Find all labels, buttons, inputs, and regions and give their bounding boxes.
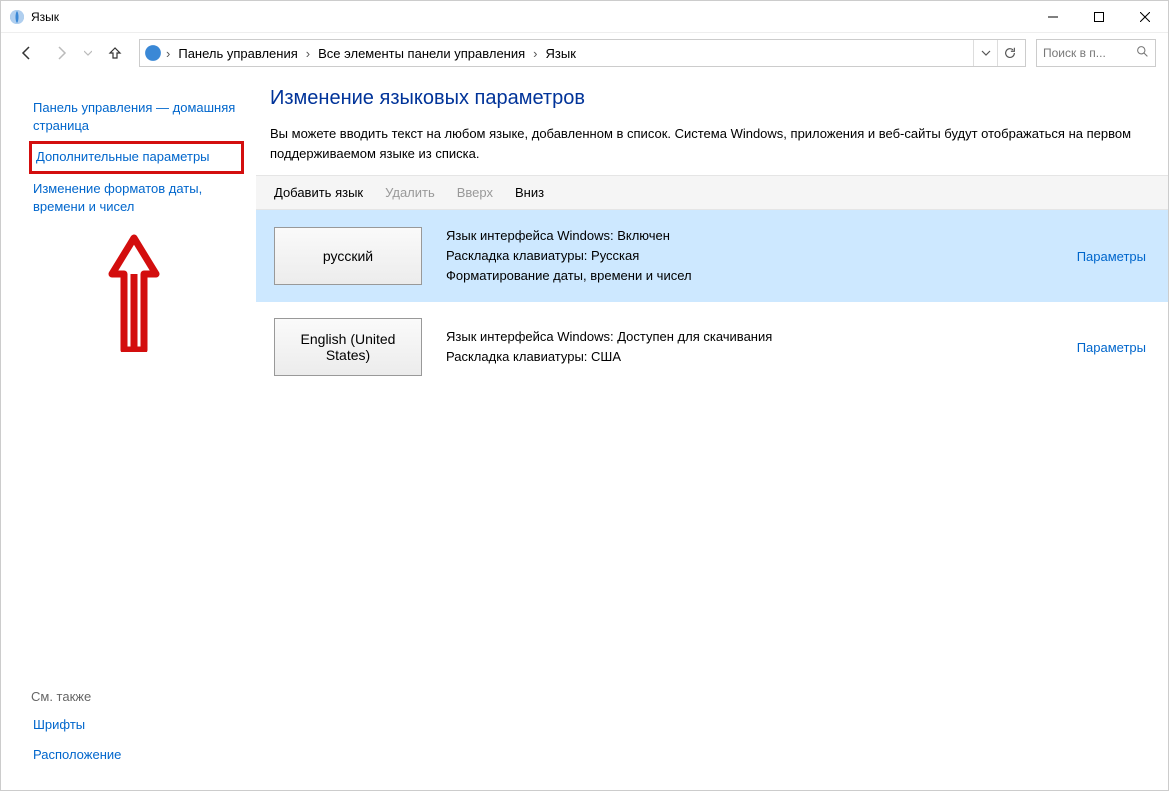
- language-options-link[interactable]: Параметры: [1077, 340, 1146, 355]
- up-button[interactable]: [101, 39, 129, 67]
- search-placeholder: Поиск в п...: [1043, 46, 1136, 60]
- remove-language-button[interactable]: Удалить: [385, 185, 435, 200]
- language-detail-line: Раскладка клавиатуры: Русская: [446, 246, 1077, 266]
- chevron-right-icon: ›: [531, 46, 539, 61]
- search-icon: [1136, 45, 1149, 61]
- window-title: Язык: [31, 10, 59, 24]
- sidebar: Панель управления — домашняя страница До…: [1, 73, 256, 790]
- move-down-button[interactable]: Вниз: [515, 185, 544, 200]
- breadcrumb-icon: [144, 44, 162, 62]
- language-detail-line: Раскладка клавиатуры: США: [446, 347, 1077, 367]
- page-title: Изменение языковых параметров: [270, 87, 1148, 110]
- refresh-button[interactable]: [997, 40, 1021, 66]
- language-row[interactable]: русский Язык интерфейса Windows: Включен…: [256, 210, 1168, 302]
- breadcrumb-dropdown[interactable]: [973, 40, 997, 66]
- sidebar-link-home[interactable]: Панель управления — домашняя страница: [29, 93, 244, 141]
- breadcrumb-item[interactable]: Все элементы панели управления: [312, 44, 531, 63]
- back-button[interactable]: [13, 39, 41, 67]
- language-list: русский Язык интерфейса Windows: Включен…: [256, 210, 1168, 392]
- sidebar-link-fonts[interactable]: Шрифты: [29, 710, 125, 740]
- main-panel: Изменение языковых параметров Вы можете …: [256, 73, 1168, 790]
- minimize-button[interactable]: [1030, 1, 1076, 32]
- language-details: Язык интерфейса Windows: Включен Расклад…: [422, 226, 1077, 286]
- chevron-right-icon: ›: [164, 46, 172, 61]
- address-bar: › Панель управления › Все элементы панел…: [1, 33, 1168, 73]
- language-detail-line: Язык интерфейса Windows: Доступен для ск…: [446, 327, 1077, 347]
- sidebar-link-location[interactable]: Расположение: [29, 740, 125, 770]
- recent-locations-dropdown[interactable]: [81, 39, 95, 67]
- language-details: Язык интерфейса Windows: Доступен для ск…: [422, 327, 1077, 367]
- breadcrumb-item[interactable]: Язык: [540, 44, 582, 63]
- search-input[interactable]: Поиск в п...: [1036, 39, 1156, 67]
- titlebar: Язык: [1, 1, 1168, 33]
- annotation-arrow-icon: [104, 232, 244, 355]
- see-also-heading: См. также: [29, 683, 125, 710]
- language-detail-line: Форматирование даты, времени и чисел: [446, 266, 1077, 286]
- breadcrumb[interactable]: › Панель управления › Все элементы панел…: [139, 39, 1026, 67]
- language-tile[interactable]: русский: [274, 227, 422, 285]
- maximize-button[interactable]: [1076, 1, 1122, 32]
- sidebar-link-formats[interactable]: Изменение форматов даты, времени и чисел: [29, 174, 244, 222]
- add-language-button[interactable]: Добавить язык: [274, 185, 363, 200]
- page-description: Вы можете вводить текст на любом языке, …: [270, 124, 1148, 163]
- chevron-right-icon: ›: [304, 46, 312, 61]
- language-detail-line: Язык интерфейса Windows: Включен: [446, 226, 1077, 246]
- language-options-link[interactable]: Параметры: [1077, 249, 1146, 264]
- language-toolbar: Добавить язык Удалить Вверх Вниз: [256, 175, 1168, 210]
- sidebar-link-advanced[interactable]: Дополнительные параметры: [29, 141, 244, 173]
- app-icon: [9, 9, 25, 25]
- breadcrumb-item[interactable]: Панель управления: [172, 44, 303, 63]
- forward-button[interactable]: [47, 39, 75, 67]
- language-row[interactable]: English (United States) Язык интерфейса …: [256, 302, 1168, 392]
- move-up-button[interactable]: Вверх: [457, 185, 493, 200]
- language-tile[interactable]: English (United States): [274, 318, 422, 376]
- close-button[interactable]: [1122, 1, 1168, 32]
